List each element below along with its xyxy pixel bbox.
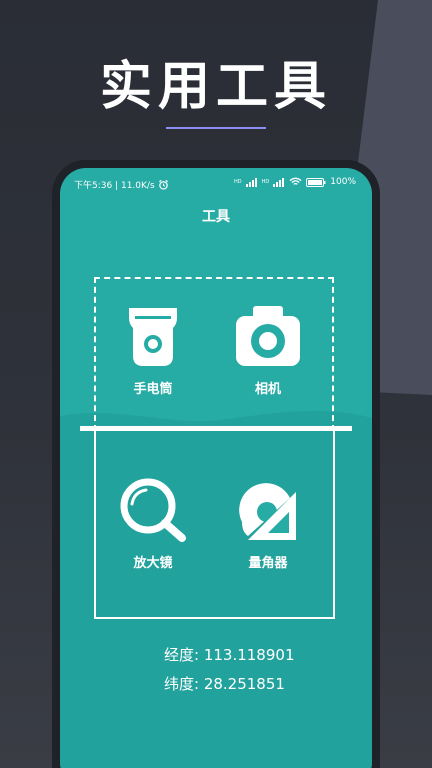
signal-2-label: HD [261,179,270,185]
magnifier-icon [120,478,186,542]
wifi-icon [289,177,302,185]
flashlight-icon [129,308,177,366]
status-right: HD HD 100% [234,177,356,187]
battery-icon [306,177,326,187]
camera-icon [236,306,300,366]
flashlight-button[interactable]: 手电筒 [103,304,203,397]
banner-underline [166,127,266,129]
protractor-label: 量角器 [248,556,288,571]
signal-1-label: HD [234,179,242,185]
signal-icon [245,177,257,187]
magnifier-button[interactable]: 放大镜 [103,478,203,571]
page-title: 工具 [202,209,230,225]
phone-screen: 下午5:36 | 11.0K/s HD HD 100% 工具 手电筒 相机 放大… [60,168,372,768]
status-bar: 下午5:36 | 11.0K/s HD HD 100% [60,168,372,198]
protractor-button[interactable]: 量角器 [218,478,318,571]
camera-button[interactable]: 相机 [218,304,318,397]
camera-label: 相机 [254,382,281,397]
battery-level: 100% [330,177,356,187]
banner-title: 实用工具 [99,57,332,117]
signal-icon-2 [273,177,285,187]
status-time-speed: 下午5:36 | 11.0K/s [74,181,155,191]
status-left: 下午5:36 | 11.0K/s [74,178,169,191]
flashlight-label: 手电筒 [133,382,173,397]
alarm-icon [158,179,168,190]
latitude-text: 纬度: 28.251851 [164,675,285,693]
longitude-text: 经度: 113.118901 [164,646,295,664]
magnifier-label: 放大镜 [133,556,173,571]
protractor-icon [239,483,296,540]
